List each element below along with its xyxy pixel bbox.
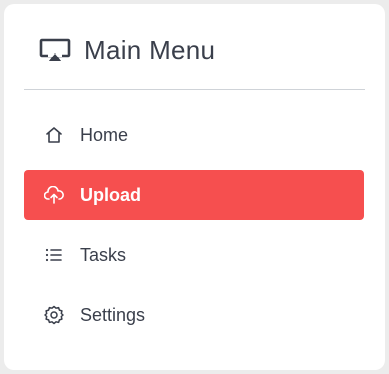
nav-item-label: Home [80, 124, 129, 145]
nav-item-upload[interactable]: Upload [24, 170, 364, 220]
nav-item-settings[interactable]: Settings [24, 290, 364, 340]
cloud-upload-icon [44, 185, 64, 205]
airplay-icon [38, 37, 72, 63]
nav-item-label: Settings [80, 304, 146, 325]
nav-item-label: Upload [80, 184, 141, 205]
nav-item-home[interactable]: Home [24, 110, 364, 160]
menu-header: Main Menu [38, 32, 215, 68]
header-divider [24, 89, 365, 90]
home-icon [44, 125, 64, 145]
nav-item-tasks[interactable]: Tasks [24, 230, 364, 280]
main-menu-panel: Main Menu Home Upload Tasks Settings [4, 4, 385, 370]
menu-nav: Home Upload Tasks Settings [24, 110, 364, 350]
list-icon [44, 245, 64, 265]
nav-item-label: Tasks [80, 244, 127, 265]
gear-icon [44, 305, 64, 325]
menu-title: Main Menu [84, 34, 216, 65]
